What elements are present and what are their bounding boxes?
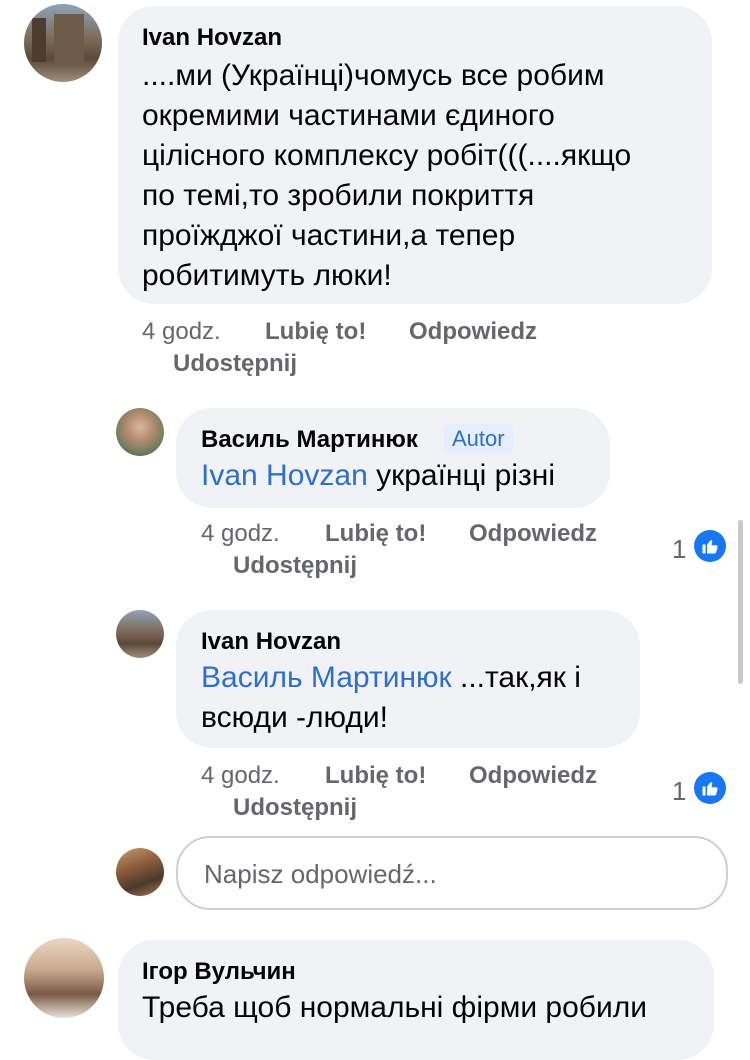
comment-line: окремими частинами єдиного — [142, 99, 555, 132]
share-button[interactable]: Udostępnij — [233, 552, 357, 579]
current-user-avatar — [116, 848, 164, 896]
reaction-count[interactable]: 1 — [672, 776, 686, 807]
reply-button[interactable]: Odpowiedz — [469, 520, 597, 547]
avatar[interactable] — [24, 4, 102, 82]
reply-text: Василь Мартинюк ...так,як і всюди -люди! — [201, 658, 581, 738]
comment-text: Треба щоб нормальні фірми робили — [142, 991, 648, 1024]
scrollbar[interactable] — [738, 520, 743, 684]
reply-author[interactable]: Василь Мартинюк — [201, 426, 418, 454]
like-button[interactable]: Lubię to! — [265, 318, 366, 345]
share-button[interactable]: Udostępnij — [233, 794, 357, 821]
reply-text: Ivan Hovzan українці різні — [201, 456, 555, 496]
avatar[interactable] — [116, 610, 164, 658]
comment-line: по темі,то зробили покриття — [142, 179, 535, 212]
reaction-count[interactable]: 1 — [672, 534, 686, 565]
reply-text-body: ...так,як і — [451, 661, 581, 694]
thumbs-up-icon[interactable] — [694, 772, 726, 804]
comment-time[interactable]: 4 godz. — [142, 318, 221, 346]
comment-text: ....ми (Українці)чомусь все робим окреми… — [142, 56, 631, 296]
reply-input[interactable] — [202, 858, 706, 891]
author-badge: Autor — [444, 424, 513, 454]
share-button[interactable]: Udostępnij — [173, 350, 297, 377]
comment-time[interactable]: 4 godz. — [201, 520, 280, 548]
reply-button[interactable]: Odpowiedz — [469, 762, 597, 789]
reply-input-box[interactable] — [176, 836, 728, 910]
comment-line: робитимуть люки! — [142, 259, 392, 292]
avatar[interactable] — [24, 938, 104, 1018]
like-button[interactable]: Lubię to! — [325, 520, 426, 547]
comment-author[interactable]: Ivan Hovzan — [142, 24, 282, 52]
comment-line: цілісного комплексу робіт(((....якщо — [142, 139, 632, 172]
reply-text-line: всюди -люди! — [201, 701, 388, 734]
reply-author[interactable]: Ivan Hovzan — [201, 628, 341, 656]
reply-text-body: українці різні — [367, 459, 556, 492]
mention-link[interactable]: Ivan Hovzan — [201, 459, 368, 492]
thumbs-up-icon[interactable] — [694, 530, 726, 562]
like-button[interactable]: Lubię to! — [325, 762, 426, 789]
comment-author[interactable]: Ігор Вульчин — [142, 958, 296, 986]
reply-button[interactable]: Odpowiedz — [409, 318, 537, 345]
comment-time[interactable]: 4 godz. — [201, 762, 280, 790]
avatar[interactable] — [116, 408, 164, 456]
mention-link[interactable]: Василь Мартинюк — [201, 661, 452, 694]
comment-line: проїжджої частини,а тепер — [142, 219, 516, 252]
comment-line: ....ми (Українці)чомусь все робим — [142, 59, 605, 92]
